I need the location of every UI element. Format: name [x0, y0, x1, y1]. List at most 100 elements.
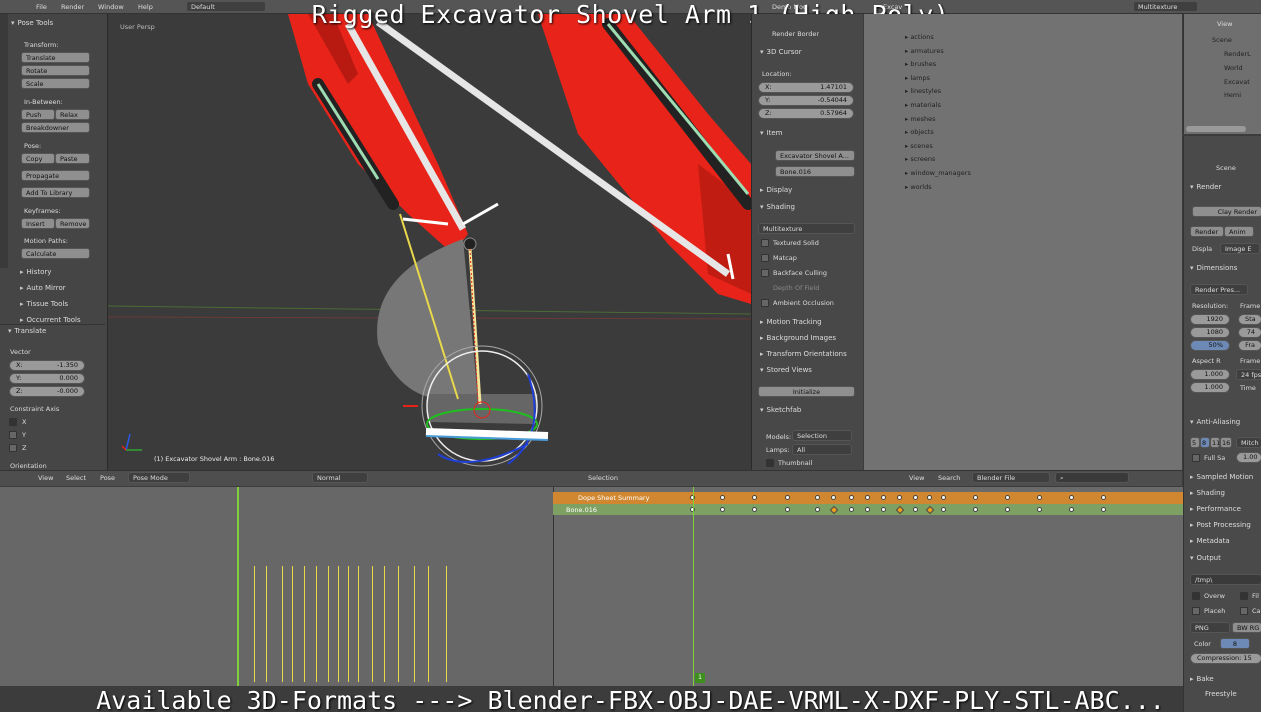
frame-step-field[interactable]: Fra	[1238, 340, 1261, 351]
res-x-field[interactable]: 1920	[1190, 314, 1230, 325]
motion-tracking-header[interactable]: ▸ Motion Tracking	[760, 318, 822, 326]
aa-11-button[interactable]: 11	[1210, 437, 1220, 448]
3d-cursor-header[interactable]: ▾ 3D Cursor	[760, 48, 802, 56]
summary-keyframe[interactable]	[831, 495, 836, 500]
aspect-y-field[interactable]: 1.000	[1190, 382, 1230, 393]
datablock-meshes[interactable]: ▸ meshes	[905, 115, 936, 123]
vector-x-field[interactable]: X: -1.350	[9, 360, 85, 371]
output-path-field[interactable]: /tmp\	[1190, 574, 1261, 585]
viewport-3d[interactable]: User Persp (1) Excavator Shovel Arm : Bo…	[108, 14, 751, 470]
stored-views-header[interactable]: ▾ Stored Views	[760, 366, 812, 374]
bone-keyframe[interactable]	[1005, 507, 1010, 512]
aa-8-button[interactable]: 8	[1200, 437, 1210, 448]
datablock-materials[interactable]: ▸ materials	[905, 101, 941, 109]
datablock-worlds[interactable]: ▸ worlds	[905, 183, 932, 191]
outliner-scene[interactable]: Scene	[1212, 36, 1232, 44]
shading-header[interactable]: ▾ Shading	[760, 203, 795, 211]
bone-name-field[interactable]: Bone.016	[775, 166, 855, 177]
rotate-button[interactable]: Rotate	[21, 65, 90, 76]
matcap-checkbox[interactable]	[761, 254, 769, 262]
summary-keyframe[interactable]	[913, 495, 918, 500]
cursor-y-field[interactable]: Y: -0.54044	[758, 95, 854, 106]
cache-checkbox[interactable]	[1240, 607, 1248, 615]
shading-mode-dropdown[interactable]: Multitexture	[758, 223, 855, 234]
transform-orient-header[interactable]: ▸ Transform Orientations	[760, 350, 847, 358]
bone-keyframe[interactable]	[1037, 507, 1042, 512]
animation-button[interactable]: Anim	[1224, 226, 1254, 237]
scale-button[interactable]: Scale	[21, 78, 90, 89]
file-ext-checkbox[interactable]	[1240, 592, 1248, 600]
outliner-excavator[interactable]: Excavat	[1224, 78, 1250, 86]
summary-keyframe[interactable]	[897, 495, 902, 500]
post-processing-header[interactable]: ▸ Post Processing	[1190, 521, 1251, 529]
full-sample-field[interactable]: 1.00	[1236, 452, 1261, 463]
fps-dropdown[interactable]: 24 fps	[1236, 369, 1261, 380]
anti-aliasing-header[interactable]: ▾ Anti-Aliasing	[1190, 418, 1240, 426]
thumbnail-checkbox[interactable]	[766, 459, 774, 467]
output-header[interactable]: ▾ Output	[1190, 554, 1221, 562]
models-dropdown[interactable]: Selection	[792, 430, 852, 441]
vector-z-field[interactable]: Z: -0.000	[9, 386, 85, 397]
datablock-window-managers[interactable]: ▸ window_managers	[905, 169, 971, 177]
vh-view-menu[interactable]: View	[38, 474, 53, 482]
bone-keyframe[interactable]	[973, 507, 978, 512]
summary-keyframe[interactable]	[1037, 495, 1042, 500]
bone-keyframe[interactable]	[913, 507, 918, 512]
ao-checkbox[interactable]	[761, 299, 769, 307]
datablock-objects[interactable]: ▸ objects	[905, 128, 934, 136]
pose-tools-header[interactable]: ▾ Pose Tools	[11, 19, 53, 27]
summary-keyframe[interactable]	[927, 495, 932, 500]
object-name-field[interactable]: Excavator Shovel A...	[775, 150, 855, 161]
color-depth-8-button[interactable]: 8	[1220, 638, 1250, 649]
insert-key-button[interactable]: Insert	[21, 218, 55, 229]
placeholders-checkbox[interactable]	[1192, 607, 1200, 615]
summary-keyframe[interactable]	[785, 495, 790, 500]
translate-operator-header[interactable]: ▾ Translate	[8, 327, 46, 335]
bone-keyframe[interactable]	[849, 507, 854, 512]
datablock-linestyles[interactable]: ▸ linestyles	[905, 87, 941, 95]
render-button[interactable]: Render	[1190, 226, 1224, 237]
summary-keyframe[interactable]	[1101, 495, 1106, 500]
datablock-screens[interactable]: ▸ screens	[905, 155, 935, 163]
res-percent-field[interactable]: 50%	[1190, 340, 1230, 351]
add-to-library-button[interactable]: Add To Library	[21, 187, 90, 198]
dopesheet-current-frame[interactable]	[693, 487, 694, 686]
backface-checkbox[interactable]	[761, 269, 769, 277]
constraint-z-checkbox[interactable]	[9, 444, 17, 452]
render-presets-dropdown[interactable]: Render Pres...	[1190, 284, 1248, 295]
outliner-scrollbar[interactable]	[1186, 126, 1246, 132]
side-tab-bar[interactable]	[0, 14, 8, 268]
res-y-field[interactable]: 1080	[1190, 327, 1230, 338]
db-search-field[interactable]: ⌕	[1055, 472, 1129, 483]
summary-keyframe[interactable]	[752, 495, 757, 500]
aa-16-button[interactable]: 16	[1220, 437, 1232, 448]
full-sample-checkbox[interactable]	[1192, 454, 1200, 462]
aa-filter-dropdown[interactable]: Mitch	[1236, 437, 1261, 448]
summary-keyframe[interactable]	[941, 495, 946, 500]
db-view-menu[interactable]: View	[909, 474, 924, 482]
bone-keyframe[interactable]	[720, 507, 725, 512]
outliner-hemi[interactable]: Hemi	[1224, 91, 1241, 99]
bone-keyframe[interactable]	[941, 507, 946, 512]
relax-button[interactable]: Relax	[55, 109, 90, 120]
constraint-y-checkbox[interactable]	[9, 431, 17, 439]
outliner-world[interactable]: World	[1224, 64, 1243, 72]
vh-pose-menu[interactable]: Pose	[100, 474, 115, 482]
textured-solid-checkbox[interactable]	[761, 239, 769, 247]
bone-keyframe[interactable]	[785, 507, 790, 512]
db-mode-dropdown[interactable]: Blender File	[972, 472, 1050, 483]
color-mode-button[interactable]: BW RG	[1232, 622, 1261, 633]
bone-keyframe[interactable]	[815, 507, 820, 512]
datablock-armatures[interactable]: ▸ armatures	[905, 47, 944, 55]
bake-header[interactable]: ▸ Bake	[1190, 675, 1214, 683]
mode-dropdown[interactable]: Pose Mode	[128, 472, 190, 483]
render-panel-header[interactable]: ▾ Render	[1190, 183, 1221, 191]
bg-images-header[interactable]: ▸ Background Images	[760, 334, 836, 342]
summary-keyframe[interactable]	[865, 495, 870, 500]
display-dropdown[interactable]: Image E	[1220, 243, 1260, 254]
summary-keyframe[interactable]	[881, 495, 886, 500]
clay-render-button[interactable]: Clay Render	[1192, 206, 1261, 217]
bone-keyframe[interactable]	[752, 507, 757, 512]
summary-keyframe[interactable]	[815, 495, 820, 500]
bone-keyframe[interactable]	[881, 507, 886, 512]
